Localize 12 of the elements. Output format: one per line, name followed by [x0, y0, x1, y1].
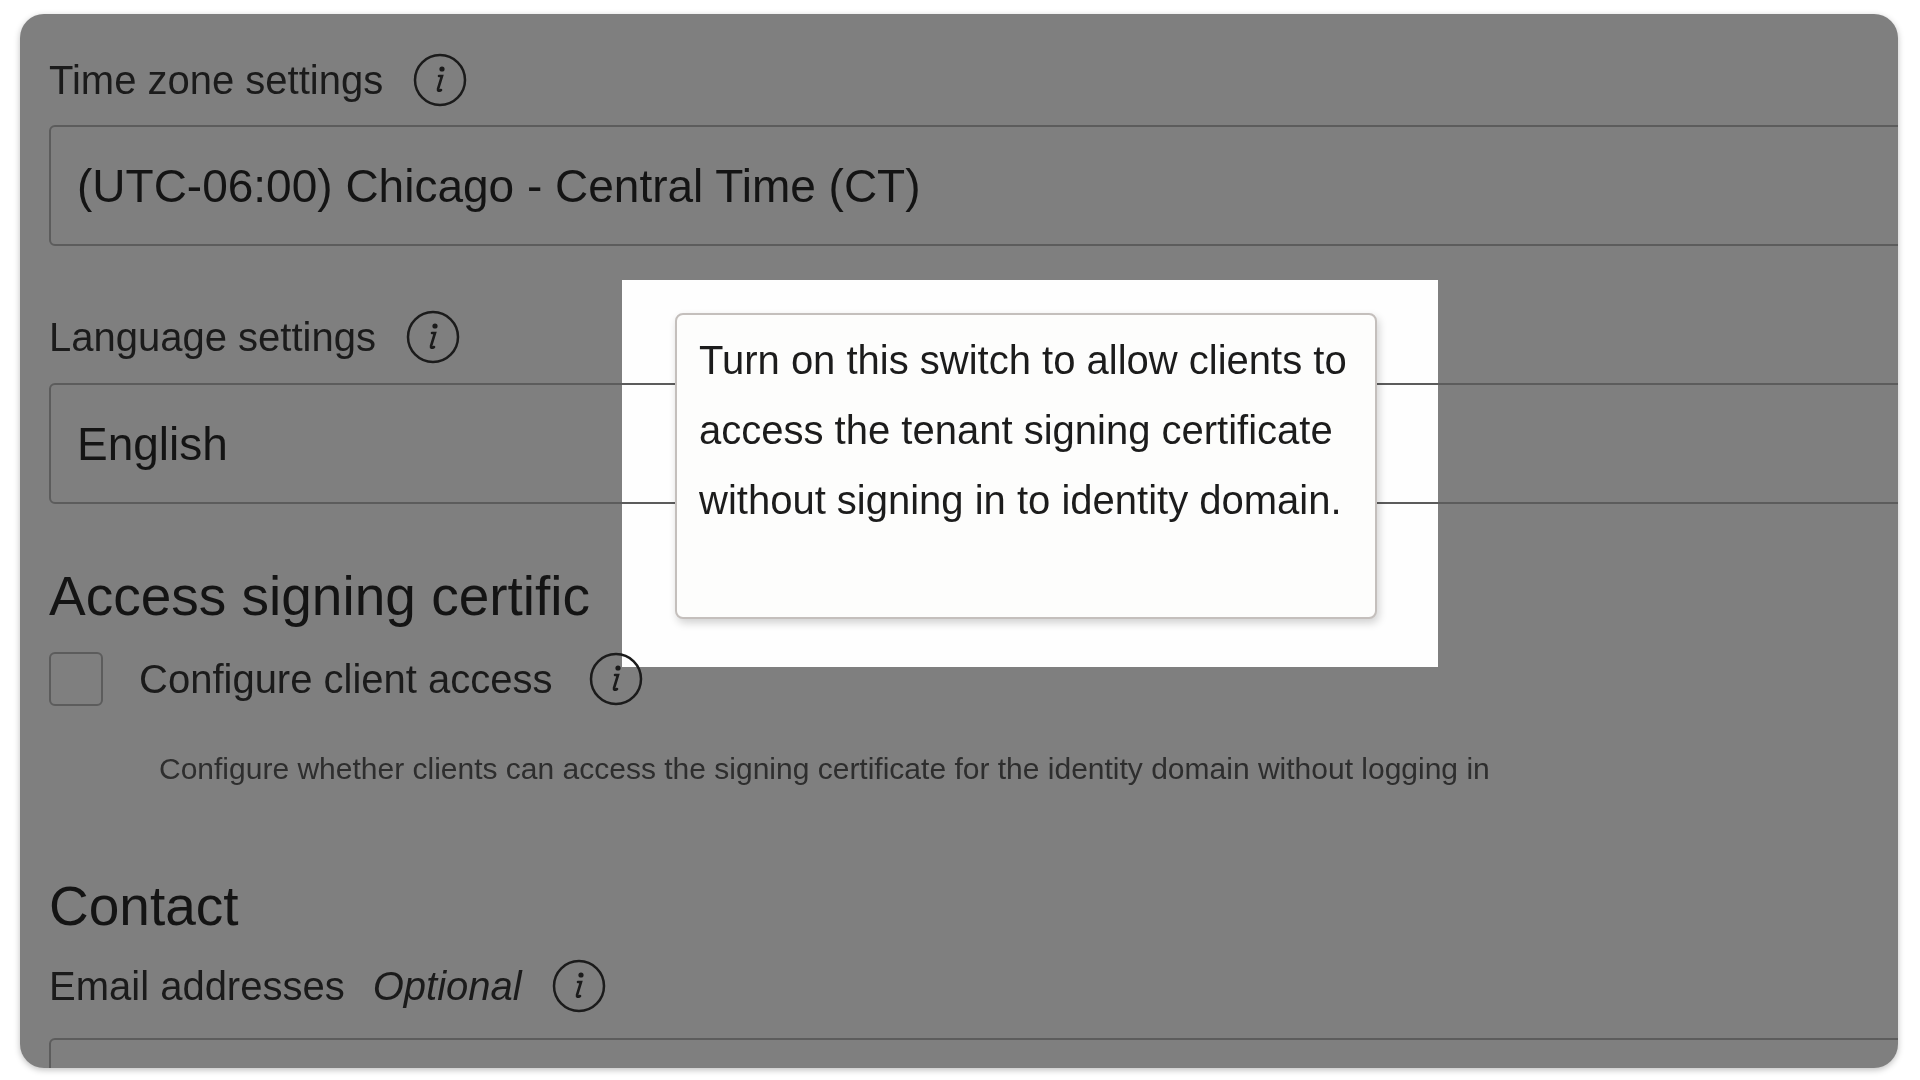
field-label: Email addresses — [49, 963, 345, 1009]
checkbox[interactable] — [49, 652, 103, 706]
time-zone-select[interactable]: (UTC-06:00) Chicago - Central Time (CT) — [49, 125, 1898, 246]
field-label: Language settings — [49, 314, 376, 360]
tooltip: Turn on this switch to allow clients to access the tenant signing certificate without signing in to identity domain. — [675, 313, 1377, 619]
optional-hint: Optional — [372, 963, 522, 1009]
help-text: Configure whether clients can access the signing certificate for the identity domain without logging in — [159, 751, 1491, 787]
field-label: Time zone settings — [49, 57, 384, 103]
info-icon[interactable] — [588, 652, 643, 706]
checkbox-label: Configure client access — [139, 656, 553, 702]
section-heading: Contact — [49, 874, 239, 939]
section-heading: Access signing certific — [49, 564, 591, 629]
